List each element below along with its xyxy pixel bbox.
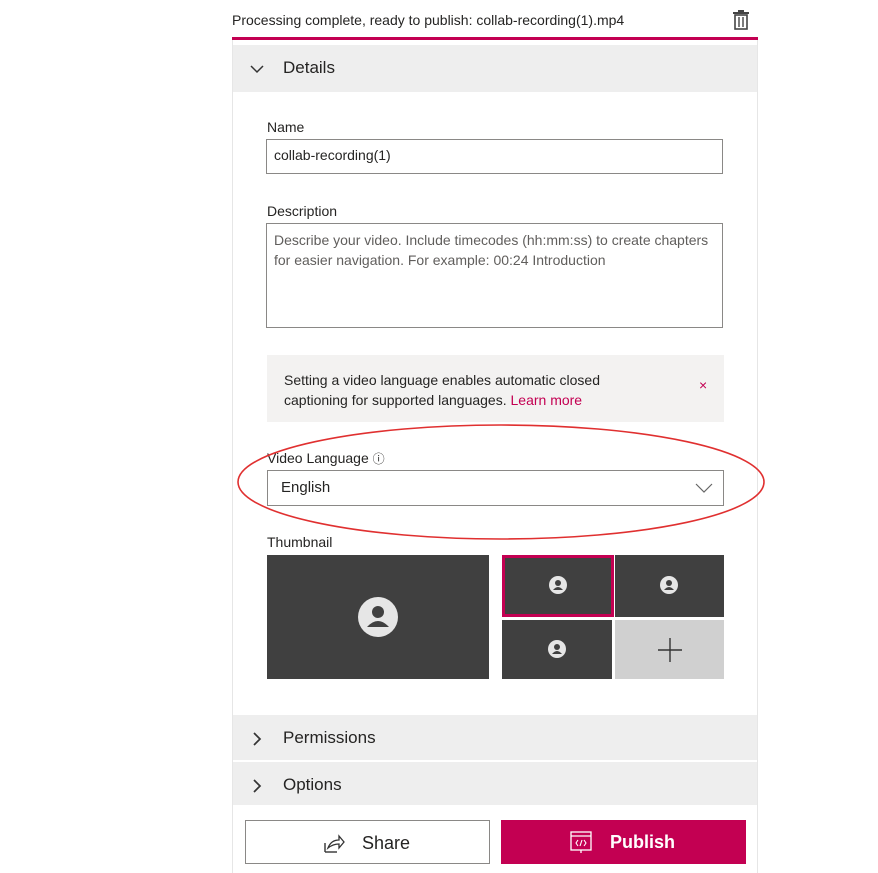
name-field[interactable]: collab-recording(1): [266, 139, 723, 174]
learn-more-link[interactable]: Learn more: [511, 392, 583, 408]
add-thumbnail-button[interactable]: [615, 620, 724, 679]
plus-icon: [658, 638, 682, 662]
status-message: Processing complete, ready to publish: c…: [232, 12, 625, 28]
thumbnail-preview: [267, 555, 489, 679]
thumbnail-option-1[interactable]: [502, 555, 614, 617]
thumbnail-label: Thumbnail: [267, 534, 333, 550]
permissions-section-label: Permissions: [283, 728, 376, 747]
publish-label: Publish: [610, 832, 676, 852]
chevron-right-icon: [253, 779, 262, 793]
chevron-down-icon: [250, 65, 264, 74]
chevron-right-icon: [253, 732, 262, 746]
share-label: Share: [362, 833, 411, 853]
chevron-down-icon: [695, 483, 713, 493]
description-label: Description: [267, 203, 338, 219]
info-icon[interactable]: ⓘ: [373, 452, 385, 466]
person-icon: [548, 640, 566, 658]
video-language-value: English: [281, 479, 331, 496]
thumbnail-option-3[interactable]: [502, 620, 612, 679]
publish-button[interactable]: Publish: [501, 820, 746, 864]
upload-panel: Processing complete, ready to publish: c…: [232, 0, 765, 873]
banner-message: Setting a video language enables automat…: [284, 370, 664, 410]
person-icon: [358, 597, 398, 637]
details-section-label: Details: [283, 58, 335, 77]
video-language-label-text: Video Language: [267, 450, 369, 466]
close-icon[interactable]: ×: [699, 377, 707, 393]
person-icon: [660, 576, 678, 594]
person-icon: [549, 576, 567, 594]
trash-icon[interactable]: [732, 10, 750, 30]
description-field[interactable]: Describe your video. Include timecodes (…: [266, 223, 723, 328]
status-bar: Processing complete, ready to publish: c…: [232, 0, 758, 40]
name-label: Name: [267, 119, 305, 135]
video-language-label: Video Language ⓘ: [267, 450, 385, 467]
share-button[interactable]: Share: [245, 820, 490, 864]
caption-info-banner: Setting a video language enables automat…: [267, 355, 724, 422]
details-content: Details Name collab-recording(1) Descrip…: [232, 40, 765, 873]
details-section-header[interactable]: Details: [233, 45, 757, 92]
share-icon: [324, 834, 345, 853]
publish-icon: [570, 831, 592, 853]
options-section-label: Options: [283, 775, 342, 794]
options-section-header[interactable]: Options: [233, 762, 757, 805]
thumbnail-option-2[interactable]: [615, 555, 724, 617]
video-language-select[interactable]: English: [267, 470, 724, 506]
permissions-section-header[interactable]: Permissions: [233, 715, 757, 760]
